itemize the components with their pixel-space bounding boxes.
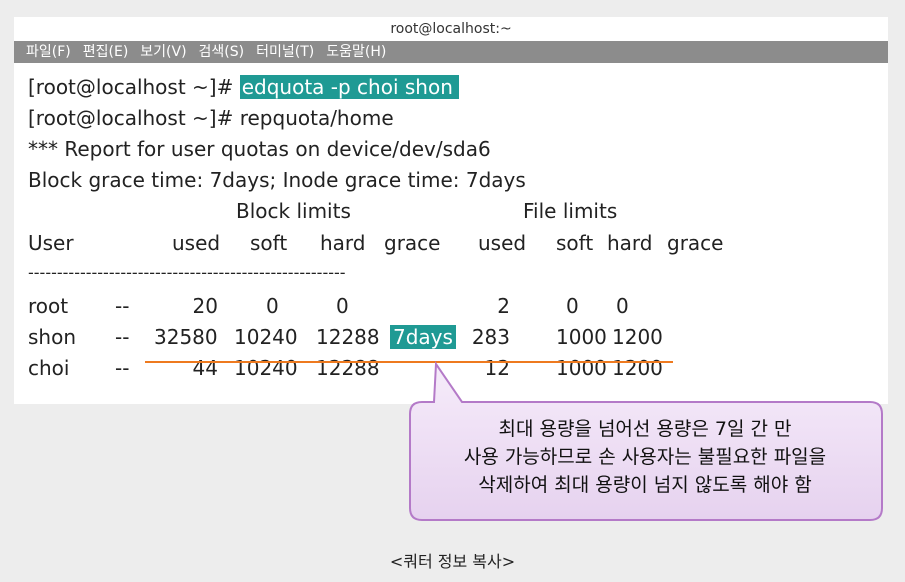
menu-search[interactable]: 검색(S) bbox=[199, 41, 245, 63]
row-root-file-used: 2 bbox=[497, 294, 510, 318]
row-root-user: root bbox=[28, 294, 69, 318]
terminal-line-1: [root@localhost ~]# edquota -p choi shon bbox=[28, 75, 459, 99]
terminal-output[interactable]: [root@localhost ~]# edquota -p choi shon… bbox=[14, 63, 888, 404]
row-root-file-soft: 0 bbox=[566, 294, 579, 318]
row-shon-user: shon bbox=[28, 325, 77, 349]
window-title: root@localhost:~ bbox=[14, 17, 888, 41]
separator-line: ----------------------------------------… bbox=[28, 263, 346, 282]
header-file-used: used bbox=[478, 231, 527, 255]
row-shon-hard: 12288 bbox=[316, 325, 380, 349]
row-shon-file-hard: 1200 bbox=[612, 325, 663, 349]
block-limits-label: Block limits bbox=[236, 199, 351, 223]
callout-line-3: 삭제하여 최대 용량이 넘지 않도록 해야 함 bbox=[478, 474, 812, 496]
header-file-soft: soft bbox=[556, 231, 594, 255]
file-limits-label: File limits bbox=[523, 199, 618, 223]
terminal-line-4: Block grace time: 7days; Inode grace tim… bbox=[28, 168, 526, 192]
row-shon-file-used: 283 bbox=[471, 325, 510, 349]
menu-view[interactable]: 보기(V) bbox=[140, 41, 186, 63]
menu-bar: 파일(F) 편집(E) 보기(V) 검색(S) 터미널(T) 도움말(H) bbox=[14, 41, 888, 63]
row-shon-file-soft: 1000 bbox=[556, 325, 607, 349]
row-shon-used: 32580 bbox=[154, 325, 218, 349]
figure-caption: <쿼터 정보 복사> bbox=[389, 552, 516, 571]
header-used: used bbox=[172, 231, 221, 255]
header-file-grace: grace bbox=[667, 231, 724, 255]
menu-file[interactable]: 파일(F) bbox=[26, 41, 71, 63]
menu-terminal[interactable]: 터미널(T) bbox=[256, 41, 314, 63]
terminal-window: root@localhost:~ 파일(F) 편집(E) 보기(V) 검색(S)… bbox=[14, 17, 888, 404]
menu-edit[interactable]: 편집(E) bbox=[83, 41, 129, 63]
row-choi-hard: 12288 bbox=[316, 356, 380, 380]
prompt: [root@localhost ~]# bbox=[28, 75, 234, 99]
row-root-used: 20 bbox=[192, 294, 218, 318]
row-choi-user: choi bbox=[28, 356, 70, 380]
highlighted-command: edquota -p choi shon bbox=[239, 75, 459, 99]
row-root-hard: 0 bbox=[336, 294, 349, 318]
header-grace: grace bbox=[384, 231, 441, 255]
terminal-line-2: [root@localhost ~]# repquota/home bbox=[28, 106, 394, 130]
callout-text: 최대 용량을 넘어선 용량은 7일 간 만 사용 가능하므로 손 사용자는 불필… bbox=[412, 415, 878, 499]
row-choi-flag: -- bbox=[115, 356, 130, 380]
row-shon-grace: 7days bbox=[390, 325, 456, 349]
row-root-flag: -- bbox=[115, 294, 130, 318]
header-user: User bbox=[28, 231, 74, 255]
row-shon-soft: 10240 bbox=[234, 325, 298, 349]
menu-help[interactable]: 도움말(H) bbox=[326, 41, 386, 63]
row-shon-flag: -- bbox=[115, 325, 130, 349]
callout-line-2: 사용 가능하므로 손 사용자는 불필요한 파일을 bbox=[463, 446, 827, 468]
header-file-hard: hard bbox=[607, 231, 653, 255]
callout-line-1: 최대 용량을 넘어선 용량은 7일 간 만 bbox=[498, 418, 792, 440]
terminal-line-3: *** Report for user quotas on device/dev… bbox=[28, 137, 491, 161]
row-root-file-hard: 0 bbox=[616, 294, 629, 318]
row-choi-soft: 10240 bbox=[234, 356, 298, 380]
header-soft: soft bbox=[250, 231, 288, 255]
row-root-soft: 0 bbox=[266, 294, 279, 318]
header-hard: hard bbox=[320, 231, 366, 255]
row-choi-used: 44 bbox=[192, 356, 218, 380]
